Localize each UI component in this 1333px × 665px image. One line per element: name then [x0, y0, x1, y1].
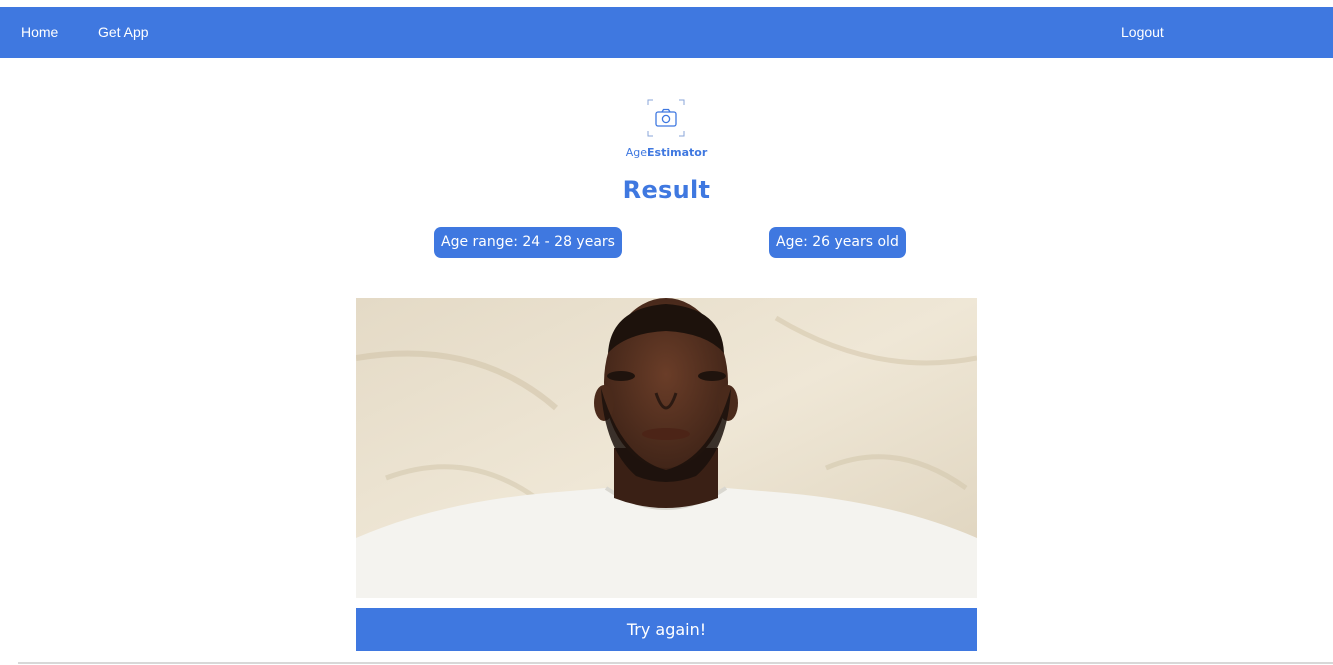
- nav-home-link[interactable]: Home: [21, 7, 58, 58]
- age-badge: Age: 26 years old: [769, 227, 906, 258]
- nav-get-app-link[interactable]: Get App: [98, 7, 149, 58]
- horizontal-scrollbar[interactable]: [18, 662, 1333, 664]
- page-title: Result: [622, 176, 711, 204]
- nav-logout-link[interactable]: Logout: [1121, 7, 1164, 58]
- portrait-photo: [356, 298, 977, 598]
- top-navbar: Home Get App Logout: [0, 7, 1333, 58]
- app-logo-text: AgeEstimator: [0, 146, 1333, 159]
- camera-icon: [647, 99, 685, 137]
- age-range-badge: Age range: 24 - 28 years: [434, 227, 622, 258]
- try-again-button[interactable]: Try again!: [356, 608, 977, 651]
- logo-prefix: Age: [625, 146, 648, 159]
- logo-bold: Estimator: [647, 146, 708, 159]
